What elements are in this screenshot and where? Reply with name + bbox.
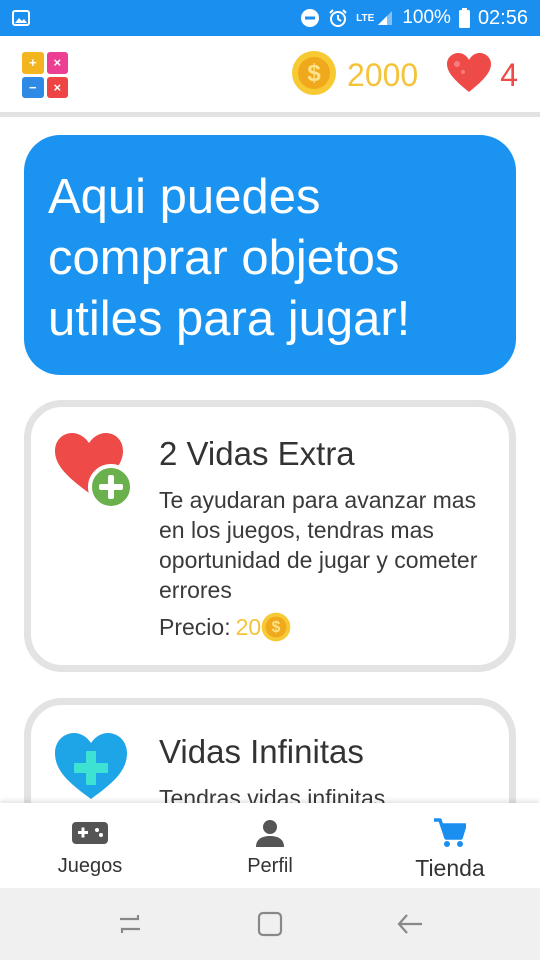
battery-percent: 100% xyxy=(402,7,451,28)
shop-banner: Aqui puedes comprar objetos utiles para … xyxy=(24,135,516,375)
do-not-disturb-icon xyxy=(300,8,320,28)
recent-apps-button[interactable] xyxy=(110,904,150,944)
shop-screen: LTE 100% 02:56 + × − × $ 2000 4 Aqui pue… xyxy=(0,0,540,960)
bottom-navigation: Juegos Perfil Tienda xyxy=(0,803,540,888)
nav-perfil[interactable]: Perfil xyxy=(180,803,360,888)
coin-icon: $ xyxy=(291,50,337,101)
back-button[interactable] xyxy=(390,904,430,944)
svg-text:$: $ xyxy=(307,60,321,87)
status-bar: LTE 100% 02:56 xyxy=(0,0,540,36)
nav-tienda[interactable]: Tienda xyxy=(360,803,540,888)
logo-minus-icon: − xyxy=(22,76,44,98)
coin-balance: $ 2000 xyxy=(291,50,418,101)
home-button[interactable] xyxy=(250,904,290,944)
item-description: Te ayudaran para avanzar mas en los jueg… xyxy=(159,487,478,603)
clock: 02:56 xyxy=(477,6,528,29)
nav-label: Juegos xyxy=(57,855,123,877)
system-navigation-bar xyxy=(0,888,540,960)
heart-plus-icon xyxy=(53,429,135,510)
item-title: 2 Vidas Extra xyxy=(159,435,355,472)
blue-heart-plus-icon xyxy=(53,727,135,807)
logo-plus-icon: + xyxy=(22,52,44,74)
coin-icon: $ xyxy=(261,612,291,642)
header-divider xyxy=(0,112,540,117)
item-price: Precio: 20 $ xyxy=(159,612,291,642)
nav-juegos[interactable]: Juegos xyxy=(0,803,180,888)
alarm-icon xyxy=(328,8,348,28)
shop-item-extra-lives[interactable]: 2 Vidas Extra Te ayudaran para avanzar m… xyxy=(24,400,516,672)
nav-label: Perfil xyxy=(247,855,293,877)
heart-icon xyxy=(446,52,492,99)
banner-text: Aqui puedes comprar objetos utiles para … xyxy=(48,170,411,346)
battery-icon xyxy=(458,8,470,28)
nav-label: Tienda xyxy=(415,855,485,881)
gamepad-icon xyxy=(72,817,108,849)
logo-x-icon: × xyxy=(46,76,68,98)
lte-signal-icon: LTE xyxy=(356,9,394,27)
person-icon xyxy=(256,817,284,849)
price-label: Precio: xyxy=(159,613,231,640)
coin-amount: 2000 xyxy=(347,56,419,93)
lives-count: 4 xyxy=(500,56,518,93)
svg-text:$: $ xyxy=(272,619,281,636)
top-bar: + × − × $ 2000 4 xyxy=(0,36,540,114)
price-value: 20 xyxy=(235,613,262,640)
app-logo[interactable]: + × − × xyxy=(22,52,68,98)
item-title: Vidas Infinitas xyxy=(159,733,364,770)
gallery-notification-icon xyxy=(12,10,30,26)
lives-count-display: 4 xyxy=(446,52,518,99)
cart-icon xyxy=(434,817,466,849)
logo-times-icon: × xyxy=(46,52,68,74)
